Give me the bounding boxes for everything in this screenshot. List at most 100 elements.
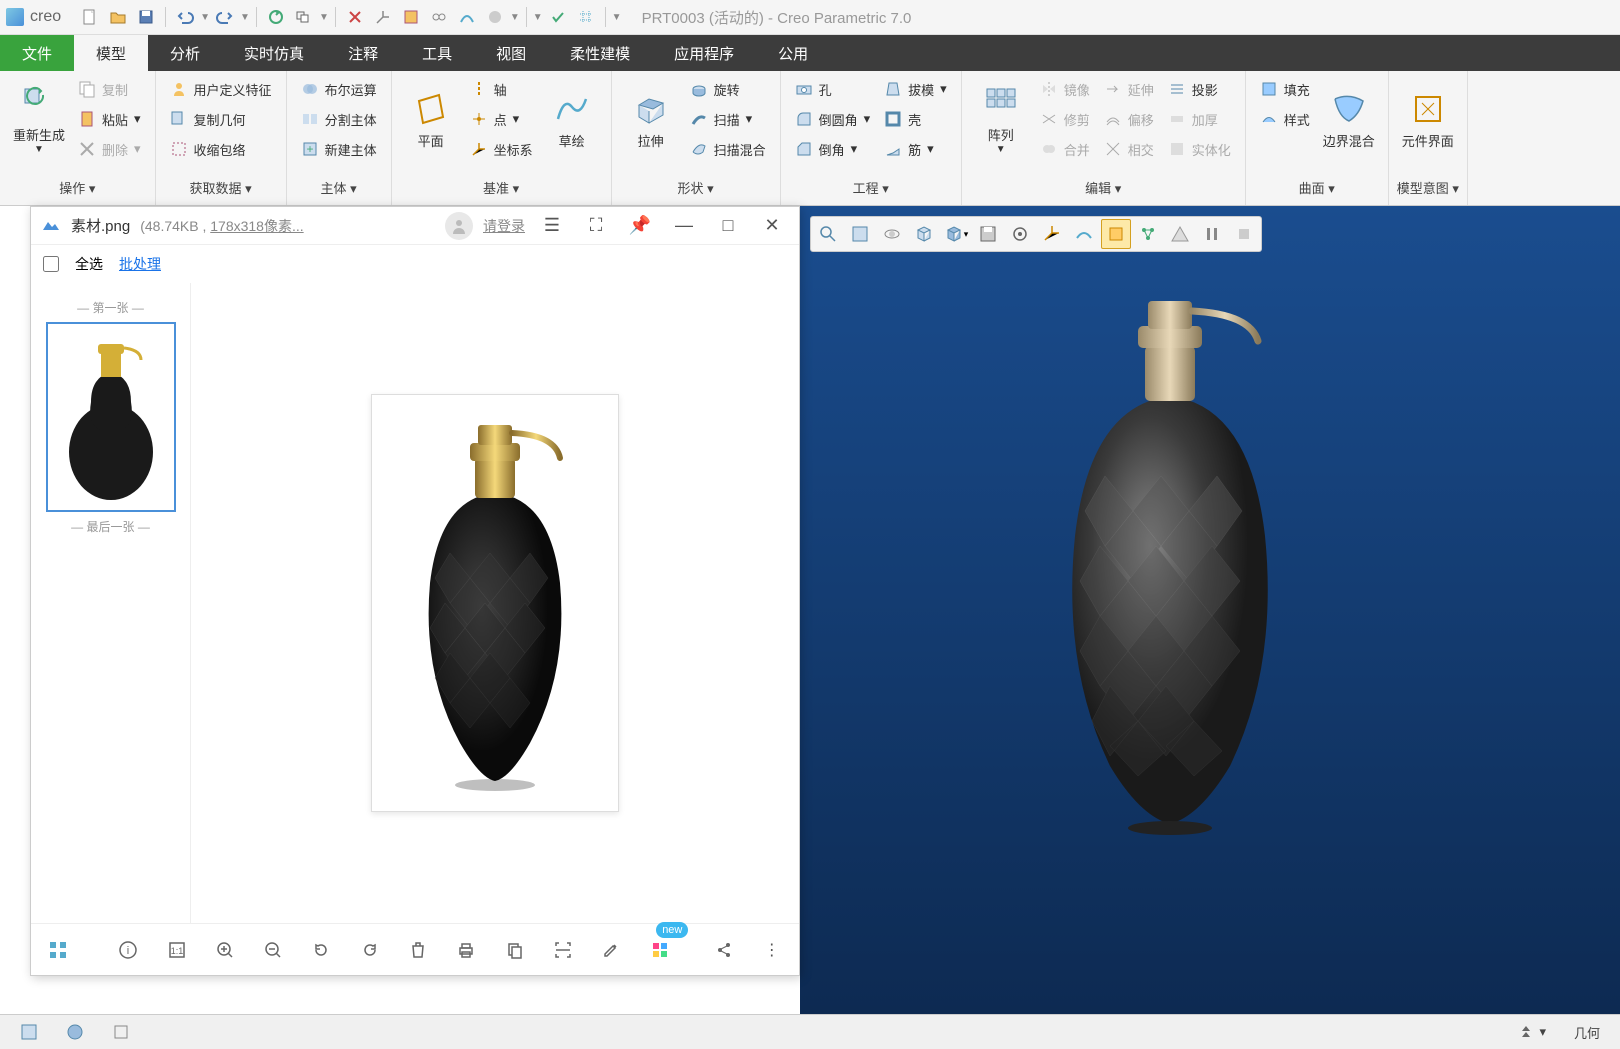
redo-button[interactable] [212, 4, 238, 30]
link-icon[interactable] [426, 4, 452, 30]
box-select-icon[interactable] [398, 4, 424, 30]
csys-icon[interactable] [370, 4, 396, 30]
tab-view[interactable]: 视图 [474, 35, 548, 71]
rotate-right-icon[interactable] [357, 936, 383, 964]
boundary-button[interactable]: 边界混合 [1318, 75, 1380, 165]
scan-icon[interactable] [550, 936, 576, 964]
display-style-icon[interactable] [909, 219, 939, 249]
status-icon-1[interactable] [10, 1019, 48, 1045]
pin-icon[interactable]: 📌 [623, 209, 657, 243]
3d-viewport[interactable]: ▾ [800, 206, 1620, 1014]
hole-button[interactable]: 孔 [789, 75, 877, 103]
undo-button[interactable] [172, 4, 198, 30]
stop-icon[interactable] [1229, 219, 1259, 249]
geom-filter[interactable]: 几何 [1564, 1019, 1610, 1046]
paste-button[interactable]: 粘贴 ▾ [72, 105, 147, 133]
save-button[interactable] [133, 4, 159, 30]
warning-icon[interactable] [1165, 219, 1195, 249]
tab-apps[interactable]: 应用程序 [652, 35, 756, 71]
tab-analysis[interactable]: 分析 [148, 35, 222, 71]
plane-button[interactable]: 平面 [400, 75, 462, 165]
new-file-button[interactable] [77, 4, 103, 30]
sweep-button[interactable]: 扫描 ▾ [684, 105, 772, 133]
draft-button[interactable]: 拔模 ▾ [878, 75, 953, 103]
selectall-checkbox[interactable] [43, 256, 59, 272]
tab-tools[interactable]: 工具 [400, 35, 474, 71]
pattern-button[interactable]: 阵列▼ [970, 75, 1032, 165]
blend-button[interactable]: 扫描混合 [684, 135, 772, 163]
window-button[interactable] [291, 4, 317, 30]
spin-icon[interactable] [877, 219, 907, 249]
extrude-button[interactable]: 拉伸 [620, 75, 682, 165]
close-icon[interactable]: ✕ [755, 209, 789, 243]
menu-icon[interactable]: ☰ [535, 209, 569, 243]
close-button[interactable] [342, 4, 368, 30]
find-icon[interactable]: ▾ [1507, 1019, 1556, 1045]
pause-icon[interactable] [1197, 219, 1227, 249]
boolean-button[interactable]: 布尔运算 [295, 75, 383, 103]
status-icon-3[interactable] [102, 1019, 140, 1045]
udf-button[interactable]: 用户定义特征 [164, 75, 278, 103]
delete-icon[interactable] [405, 936, 431, 964]
edit-icon[interactable] [598, 936, 624, 964]
shell-button[interactable]: 壳 [878, 105, 953, 133]
curve-icon[interactable] [454, 4, 480, 30]
fit-icon[interactable]: 1:1 [164, 936, 190, 964]
info-icon[interactable]: i [115, 936, 141, 964]
check-icon[interactable] [545, 4, 571, 30]
tab-common[interactable]: 公用 [756, 35, 830, 71]
zoomout-icon[interactable] [260, 936, 286, 964]
thumbnail[interactable] [46, 322, 176, 512]
split-button[interactable]: 分割主体 [295, 105, 383, 133]
save-view-icon[interactable] [973, 219, 1003, 249]
point-button[interactable]: 点 ▾ [464, 105, 539, 133]
component-button[interactable]: 元件界面 [1397, 75, 1459, 165]
regen-button[interactable] [263, 4, 289, 30]
more-icon[interactable]: ⋮ [759, 936, 785, 964]
round-button[interactable]: 倒圆角 ▾ [789, 105, 877, 133]
chamfer-button[interactable]: 倒角 ▾ [789, 135, 877, 163]
tab-flex[interactable]: 柔性建模 [548, 35, 652, 71]
perspective-icon[interactable] [1005, 219, 1035, 249]
viewer-canvas[interactable] [191, 283, 799, 923]
revolve-button[interactable]: 旋转 [684, 75, 772, 103]
status-icon-2[interactable] [56, 1019, 94, 1045]
datum-display-icon[interactable] [1037, 219, 1067, 249]
tab-annotate[interactable]: 注释 [326, 35, 400, 71]
newbody-button[interactable]: +新建主体 [295, 135, 383, 163]
login-link[interactable]: 请登录 [483, 216, 525, 236]
fullscreen-icon[interactable]: ⛶ [579, 209, 613, 243]
copygeom-button[interactable]: 复制几何 [164, 105, 278, 133]
render-icon[interactable] [482, 4, 508, 30]
minimize-icon[interactable]: — [667, 209, 701, 243]
graph-icon[interactable] [1133, 219, 1163, 249]
regenerate-button[interactable]: 重新生成▼ [8, 75, 70, 165]
tab-model[interactable]: 模型 [74, 35, 148, 71]
shrinkwrap-button[interactable]: 收缩包络 [164, 135, 278, 163]
print-icon[interactable] [453, 936, 479, 964]
csys-button[interactable]: 坐标系 [464, 135, 539, 163]
annotation-icon[interactable] [1069, 219, 1099, 249]
batch-link[interactable]: 批处理 [119, 254, 161, 274]
tab-simulate[interactable]: 实时仿真 [222, 35, 326, 71]
zoomin-icon[interactable] [212, 936, 238, 964]
apps-icon[interactable] [646, 936, 674, 964]
share-icon[interactable] [710, 936, 736, 964]
named-views-icon[interactable]: ▾ [941, 219, 971, 249]
grid-view-icon[interactable] [45, 936, 71, 964]
selection-filter-icon[interactable] [1101, 219, 1131, 249]
style-button[interactable]: 样式 [1254, 105, 1316, 133]
zoom-icon[interactable] [813, 219, 843, 249]
copy-icon[interactable] [501, 936, 527, 964]
fit-view-icon[interactable] [845, 219, 875, 249]
open-file-button[interactable] [105, 4, 131, 30]
maximize-icon[interactable]: □ [711, 209, 745, 243]
project-button[interactable]: 投影 [1162, 75, 1237, 103]
rib-button[interactable]: 筋 ▾ [878, 135, 953, 163]
grid-icon[interactable] [573, 4, 599, 30]
fill-button[interactable]: 填充 [1254, 75, 1316, 103]
tab-file[interactable]: 文件 [0, 35, 74, 71]
rotate-left-icon[interactable] [308, 936, 334, 964]
axis-button[interactable]: 轴 [464, 75, 539, 103]
sketch-button[interactable]: 草绘 [541, 75, 603, 165]
